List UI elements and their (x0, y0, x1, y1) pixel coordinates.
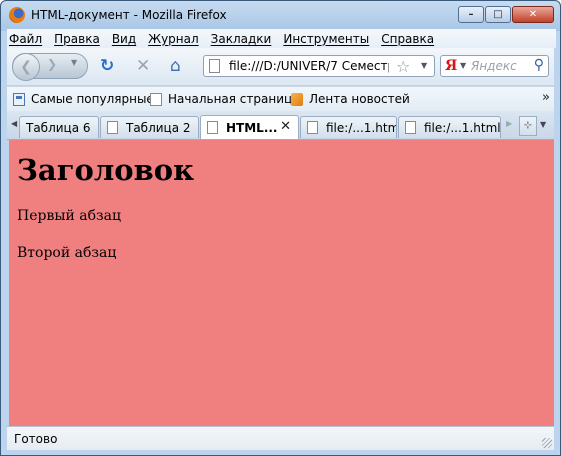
url-text[interactable]: file:///D:/UNIVER/7 Семестр/ (229, 59, 389, 73)
rss-icon (291, 92, 303, 106)
home-icon[interactable]: ⌂ (170, 56, 181, 76)
tab-table-2[interactable]: Таблица 2 (100, 116, 199, 138)
page-content: Заголовок Первый абзац Второй абзац (9, 140, 554, 426)
bookmark-most-visited[interactable]: Самые популярные (13, 92, 154, 106)
bookmark-news-feed[interactable]: Лента новостей (291, 92, 410, 106)
url-dropdown-icon[interactable]: ▼ (421, 61, 427, 70)
forward-button[interactable]: ❯ (47, 57, 57, 71)
search-bar[interactable]: Я ▼ Яндекс ⚲ (440, 55, 549, 77)
page-icon (150, 92, 162, 106)
page-heading: Заголовок (17, 153, 195, 187)
new-tab-icon[interactable]: ⊹ (519, 116, 537, 136)
menu-bar: Файл Правка Вид Журнал Закладки Инструме… (7, 29, 556, 48)
paragraph-first: Первый абзац (17, 208, 122, 224)
bookmarks-overflow-icon[interactable]: » (542, 90, 550, 105)
tab-label: file:/...1.html (424, 120, 501, 135)
tab-close-icon[interactable]: ✕ (280, 119, 291, 134)
page-icon (405, 121, 416, 134)
paragraph-second: Второй абзац (17, 245, 117, 261)
status-text: Готово (14, 432, 58, 446)
search-icon[interactable]: ⚲ (534, 57, 544, 73)
status-bar: Готово (7, 426, 554, 450)
reload-icon[interactable]: ↻ (100, 56, 114, 76)
tab-label: Таблица 2 (126, 120, 191, 135)
navigation-toolbar: ❮ ❯ ▼ ↻ ✕ ⌂ file:///D:/UNIVER/7 Семестр/… (7, 48, 554, 85)
bookmark-label: Лента новостей (309, 92, 410, 106)
minimize-button[interactable]: – (458, 6, 484, 23)
maximize-button[interactable]: □ (485, 6, 511, 23)
close-window-button[interactable]: ✕ (512, 6, 554, 23)
bookmark-star-icon[interactable]: ☆ (396, 57, 410, 76)
tab-file-1[interactable]: file:/...1.html (300, 116, 397, 138)
tab-label: file:/...1.html (326, 120, 397, 135)
history-dropdown-icon[interactable]: ▼ (71, 58, 77, 67)
stop-icon[interactable]: ✕ (136, 56, 150, 76)
title-bar[interactable]: HTML-документ - Mozilla Firefox – □ ✕ (1, 1, 560, 29)
smart-folder-icon (13, 92, 25, 106)
page-icon (307, 121, 318, 134)
tab-html-document[interactable]: HTML... ✕ (200, 115, 299, 139)
firefox-logo-icon (9, 7, 25, 23)
search-input[interactable]: Яндекс (471, 59, 517, 73)
yandex-engine-icon[interactable]: Я (445, 58, 457, 74)
menu-tools[interactable]: Инструменты (283, 32, 369, 46)
tab-label: Таблица 6 (26, 120, 91, 135)
bookmark-label: Самые популярные (31, 92, 154, 106)
bookmark-label: Начальная страница (168, 92, 300, 106)
window-controls: – □ ✕ (458, 6, 554, 23)
menu-view[interactable]: Вид (112, 32, 136, 46)
tab-file-2[interactable]: file:/...1.html (398, 116, 501, 138)
back-arrow-icon: ❮ (20, 59, 32, 75)
menu-edit[interactable]: Правка (54, 32, 100, 46)
menu-bookmarks[interactable]: Закладки (211, 32, 272, 46)
tab-label: HTML... (226, 120, 278, 135)
address-bar[interactable]: file:///D:/UNIVER/7 Семестр/ ☆ ▼ (203, 55, 435, 77)
tab-scroll-left-icon[interactable]: ◀ (11, 119, 17, 128)
bookmarks-toolbar: Самые популярные Начальная страница Лент… (7, 86, 554, 111)
window-title: HTML-документ - Mozilla Firefox (31, 8, 227, 22)
resize-grip-icon[interactable] (542, 438, 552, 448)
page-icon (209, 59, 220, 73)
tab-strip: ◀ Таблица 6 Таблица 2 HTML... ✕ file:/..… (7, 111, 554, 140)
back-button[interactable]: ❮ (12, 53, 40, 81)
menu-history[interactable]: Журнал (148, 32, 199, 46)
page-icon (207, 121, 218, 134)
tab-table-6[interactable]: Таблица 6 (19, 116, 99, 138)
page-icon (107, 121, 118, 134)
menu-file[interactable]: Файл (9, 32, 42, 46)
back-forward-group: ❮ ❯ ▼ (12, 53, 88, 81)
tab-list-dropdown-icon[interactable]: ▼ (540, 120, 546, 129)
engine-dropdown-icon[interactable]: ▼ (460, 61, 466, 70)
bookmark-start-page[interactable]: Начальная страница (150, 92, 300, 106)
browser-window: HTML-документ - Mozilla Firefox – □ ✕ Фа… (0, 0, 561, 456)
menu-help[interactable]: Справка (381, 32, 434, 46)
tab-scroll-right-icon[interactable]: ▶ (506, 119, 512, 128)
